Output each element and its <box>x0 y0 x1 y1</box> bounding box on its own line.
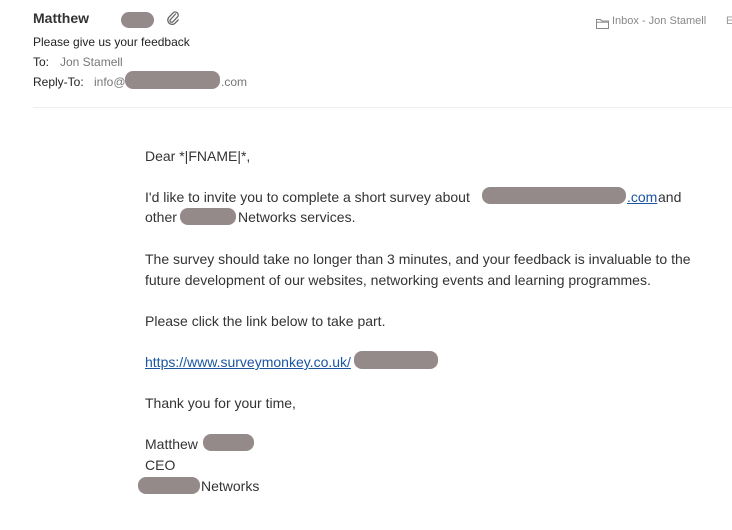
redacted-signature-company <box>138 477 200 494</box>
mailbox-folder-label[interactable]: Inbox - Jon Stamell <box>612 15 706 27</box>
redacted-company-name <box>180 208 236 225</box>
folder-icon <box>596 16 609 29</box>
closing-thanks: Thank you for your time, <box>145 395 296 411</box>
signature-name: Matthew <box>145 436 198 452</box>
paragraph-1-and: and <box>658 189 682 205</box>
paragraph-3: Please click the link below to take part… <box>145 313 386 329</box>
signature-company: Networks <box>201 478 260 494</box>
paragraph-2-line-1: The survey should take no longer than 3 … <box>145 251 691 267</box>
header-divider <box>33 107 732 108</box>
paragraph-1-networks-services: Networks services. <box>238 209 356 225</box>
reply-to-label: Reply-To: <box>33 75 84 89</box>
redacted-reply-to-domain <box>125 71 220 89</box>
sender-name[interactable]: Matthew <box>33 10 89 26</box>
email-greeting: Dear *|FNAME|*, <box>145 148 251 164</box>
to-recipient[interactable]: Jon Stamell <box>60 55 123 69</box>
paragraph-1-other: other <box>145 209 177 225</box>
signature-title: CEO <box>145 457 176 473</box>
redacted-survey-path <box>354 351 438 369</box>
paragraph-2-line-2: future development of our websites, netw… <box>145 272 651 288</box>
redacted-signature-surname <box>203 434 254 451</box>
to-label: To: <box>33 55 50 69</box>
paragraph-1-text: I'd like to invite you to complete a sho… <box>145 189 470 205</box>
company-website-link[interactable]: .com <box>627 189 657 205</box>
redacted-company-domain <box>482 187 626 204</box>
survey-link[interactable]: https://www.surveymonkey.co.uk/ <box>145 354 351 370</box>
reply-to-address-prefix[interactable]: info@ <box>94 75 126 89</box>
email-subject: Please give us your feedback <box>33 35 190 49</box>
truncated-header-indicator: E <box>726 15 732 27</box>
reply-to-address-suffix[interactable]: .com <box>221 75 247 89</box>
redacted-sender-surname <box>121 12 154 28</box>
paperclip-icon[interactable] <box>166 10 180 26</box>
